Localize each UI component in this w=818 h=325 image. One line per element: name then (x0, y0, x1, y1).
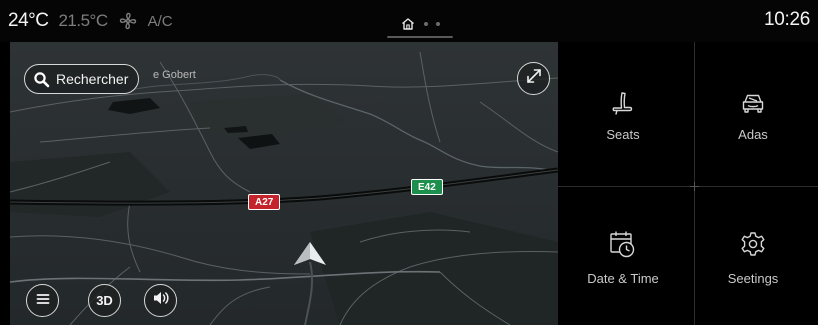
fan-icon[interactable] (118, 11, 138, 31)
climate-status[interactable]: 24°C 21.5°C A/C (8, 9, 173, 33)
expand-map-button[interactable] (517, 62, 550, 95)
navigation-map[interactable]: Rechercher e Gobert A27 E42 3D (10, 42, 558, 325)
ac-label[interactable]: A/C (148, 13, 173, 30)
page-indicator[interactable] (383, 10, 457, 38)
tile-adas-label: Adas (738, 127, 768, 142)
calendar-clock-icon (609, 229, 637, 259)
home-icon[interactable] (400, 16, 416, 32)
menu-button[interactable] (26, 284, 59, 317)
road-shield-a27: A27 (248, 194, 281, 210)
page-indicator-underline (387, 36, 453, 38)
clock: 10:26 (763, 9, 810, 30)
shortcut-tiles: Seats Adas Date & Time Seetings (558, 42, 818, 325)
passenger-temperature[interactable]: 21.5°C (58, 11, 108, 31)
tile-date-time-label: Date & Time (587, 271, 659, 286)
expand-icon (525, 67, 543, 90)
seat-icon (610, 90, 636, 116)
street-label: e Gobert (153, 69, 196, 81)
search-button[interactable]: Rechercher (24, 64, 140, 94)
menu-icon (36, 292, 50, 310)
tile-seats-label: Seats (606, 127, 640, 142)
current-position-arrow (294, 242, 326, 265)
page-dot-3[interactable] (436, 22, 440, 26)
view-mode-button[interactable]: 3D (88, 284, 121, 317)
page-dot-2[interactable] (424, 22, 428, 26)
tile-date-time[interactable]: Date & Time (558, 183, 688, 324)
car-front-icon (740, 90, 766, 116)
tile-seats[interactable]: Seats (558, 42, 688, 183)
status-bar: 24°C 21.5°C A/C 10:26 (0, 0, 818, 42)
road-shield-e42: E42 (411, 179, 443, 195)
tile-settings-label: Seetings (727, 271, 779, 286)
volume-icon (152, 290, 170, 311)
tile-adas[interactable]: Adas (688, 42, 818, 183)
driver-temperature[interactable]: 24°C (8, 10, 49, 32)
tile-settings[interactable]: Seetings (688, 183, 818, 324)
search-icon (33, 71, 50, 88)
gear-icon (739, 229, 767, 259)
search-label: Rechercher (56, 71, 129, 87)
sound-button[interactable] (144, 284, 177, 317)
view-mode-label: 3D (96, 293, 113, 308)
